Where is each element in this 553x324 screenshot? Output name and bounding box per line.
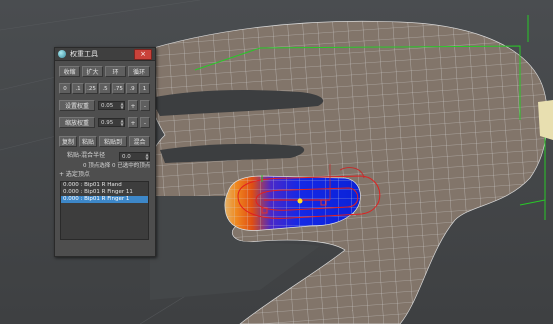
weight-preset-05[interactable]: .5 [99,83,111,94]
set-weight-value: 0.05 [101,103,114,109]
set-weight-spinner[interactable]: 0.05 ▲ ▼ [98,101,125,110]
close-button[interactable]: × [134,49,152,60]
app-icon [58,50,66,58]
weight-tool-panel: 权重工具 × 收缩 扩大 环 循环 0 .1 .25 .5 .75 .9 1 设… [54,47,156,257]
scale-weight-minus-button[interactable]: - [140,117,150,128]
spinner-arrows-icon[interactable]: ▲ ▼ [120,102,124,110]
spinner-arrows-icon[interactable]: ▲ ▼ [120,119,124,127]
scale-weight-button[interactable]: 缩放权重 [59,117,95,128]
paste-to-button[interactable]: 粘贴到 [99,136,127,147]
blend-radius-label: 粘贴-混合半径 [67,152,106,159]
weight-preset-025[interactable]: .25 [85,83,98,94]
list-item-selected[interactable]: 0.000 : Bip01 R Finger 1 [61,196,148,203]
ring-button[interactable]: 环 [105,66,126,77]
vertex-info-text: 0 顶点选择 0 已选中的顶点 [83,163,151,169]
blend-radius-value: 0.0 [122,154,131,160]
blend-button[interactable]: 混合 [129,136,150,147]
panel-titlebar[interactable]: 权重工具 × [55,48,155,61]
scale-weight-plus-button[interactable]: + [128,117,138,128]
scale-weight-value: 0.95 [101,120,114,126]
scale-weight-spinner[interactable]: 0.95 ▲ ▼ [98,118,125,127]
weight-preset-0[interactable]: 0 [59,83,71,94]
weight-preset-075[interactable]: .75 [112,83,125,94]
weight-preset-01[interactable]: .1 [72,83,84,94]
list-item[interactable]: 0.000 : Bip01 R Hand [61,182,148,189]
weight-preset-1[interactable]: 1 [139,83,150,94]
loop-button[interactable]: 循环 [128,66,150,77]
weight-preset-09[interactable]: .9 [126,83,138,94]
selected-vertices-section[interactable]: + 选定顶点 [59,171,90,179]
panel-title: 权重工具 [70,50,98,58]
gizmo-center [297,198,303,204]
paste-button[interactable]: 粘贴 [79,136,97,147]
blend-radius-spinner[interactable]: 0.0 ▲ ▼ [119,152,150,161]
bone-weight-list[interactable]: 0.000 : Bip01 R Hand 0.000 : Bip01 R Fin… [60,181,149,240]
set-weight-minus-button[interactable]: - [140,100,150,111]
list-item[interactable]: 0.000 : Bip01 R Finger 11 [61,189,148,196]
set-weight-plus-button[interactable]: + [128,100,138,111]
set-weight-button[interactable]: 设置权重 [59,100,95,111]
copy-button[interactable]: 复制 [59,136,77,147]
shrink-button[interactable]: 收缩 [59,66,80,77]
spinner-arrows-icon[interactable]: ▲ ▼ [145,153,149,161]
grow-button[interactable]: 扩大 [82,66,103,77]
